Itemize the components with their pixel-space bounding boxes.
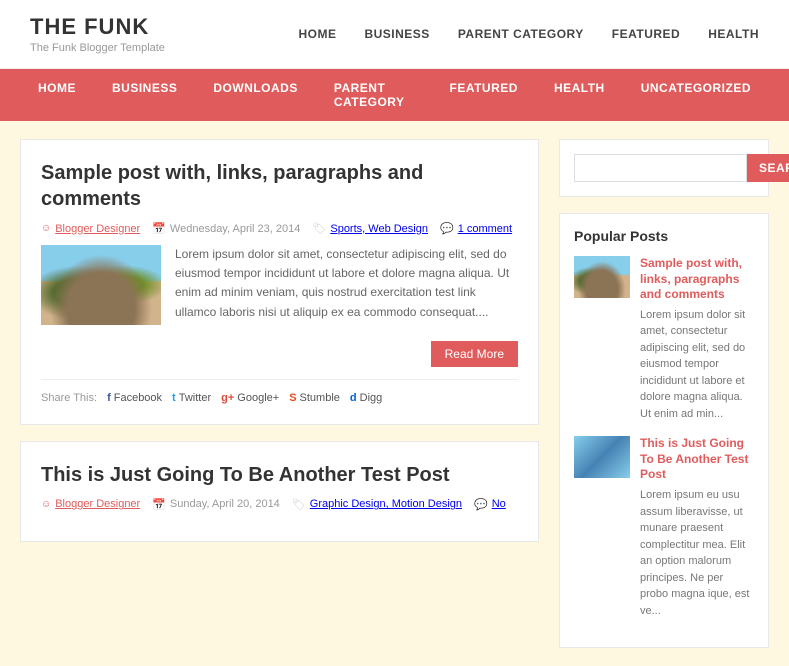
site-branding: THE FUNK The Funk Blogger Template [30, 14, 165, 54]
digg-icon: d [350, 392, 357, 404]
share-googleplus[interactable]: g+ Google+ [221, 392, 279, 404]
post-categories-1: 🏷 Sports, Web Design [312, 222, 428, 235]
tag-icon-2: 🏷 [292, 498, 306, 511]
sidebar: SEARCH Popular Posts Sample post with, l… [559, 139, 769, 648]
popular-posts-widget: Popular Posts Sample post with, links, p… [559, 213, 769, 648]
nav-uncategorized[interactable]: UNCATEGORIZED [623, 69, 769, 121]
nav-business[interactable]: BUSINESS [94, 69, 195, 121]
popular-post-title-1[interactable]: Sample post with, links, paragraphs and … [640, 256, 754, 303]
top-nav-health[interactable]: HEALTH [708, 27, 759, 41]
popular-text-1: Sample post with, links, paragraphs and … [640, 256, 754, 422]
share-facebook[interactable]: f Facebook [107, 392, 162, 404]
search-input[interactable] [574, 154, 747, 182]
page-container: Sample post with, links, paragraphs and … [0, 121, 789, 666]
site-tagline: The Funk Blogger Template [30, 42, 165, 54]
site-title: THE FUNK [30, 14, 165, 40]
calendar-icon: 📅 [152, 222, 166, 235]
twitter-icon: t [172, 392, 176, 404]
user-icon-2: ☺ [41, 499, 51, 510]
comment-icon: 💬 [440, 222, 454, 235]
top-nav-featured[interactable]: FEATURED [612, 27, 680, 41]
post-date-1: 📅 Wednesday, April 23, 2014 [152, 222, 300, 235]
nav-health[interactable]: HEALTH [536, 69, 623, 121]
author-link-1[interactable]: Blogger Designer [55, 223, 140, 235]
author-link-2[interactable]: Blogger Designer [55, 498, 140, 510]
tag-icon: 🏷 [312, 222, 326, 235]
post-title-2: This is Just Going To Be Another Test Po… [41, 462, 518, 488]
top-nav-home[interactable]: HOME [298, 27, 336, 41]
popular-post-excerpt-1: Lorem ipsum dolor sit amet, consectetur … [640, 307, 754, 423]
nav-parent-category[interactable]: PARENT CATEGORY [316, 69, 432, 121]
top-navigation: HOME BUSINESS PARENT CATEGORY FEATURED H… [298, 27, 759, 41]
post-comments-1: 💬 1 comment [440, 222, 512, 235]
nav-featured[interactable]: FEATURED [431, 69, 535, 121]
post-comments-2: 💬 No [474, 498, 506, 511]
search-button[interactable]: SEARCH [747, 154, 789, 182]
stumble-icon: S [289, 392, 296, 404]
top-nav-business[interactable]: BUSINESS [364, 27, 429, 41]
comments-link-2[interactable]: No [492, 498, 506, 510]
facebook-icon: f [107, 392, 111, 404]
category-link-1[interactable]: Sports, Web Design [330, 223, 428, 235]
popular-thumb-1 [574, 256, 630, 298]
post-meta-1: ☺ Blogger Designer 📅 Wednesday, April 23… [41, 222, 518, 235]
main-content: Sample post with, links, paragraphs and … [20, 139, 539, 648]
popular-post-2: This is Just Going To Be Another Test Po… [574, 436, 754, 619]
post-title-1: Sample post with, links, paragraphs and … [41, 160, 518, 212]
post-body-1: Lorem ipsum dolor sit amet, consectetur … [41, 245, 518, 367]
popular-thumb-2 [574, 436, 630, 478]
post-categories-2: 🏷 Graphic Design, Motion Design [292, 498, 462, 511]
comments-link-1[interactable]: 1 comment [458, 223, 512, 235]
share-twitter[interactable]: t Twitter [172, 392, 211, 404]
share-stumble[interactable]: S Stumble [289, 392, 340, 404]
post-card-1: Sample post with, links, paragraphs and … [20, 139, 539, 425]
post-thumbnail-1 [41, 245, 161, 325]
share-bar-1: Share This: f Facebook t Twitter g+ Goog… [41, 379, 518, 404]
popular-post-title-2[interactable]: This is Just Going To Be Another Test Po… [640, 436, 754, 483]
share-label: Share This: [41, 392, 97, 404]
post-card-2: This is Just Going To Be Another Test Po… [20, 441, 539, 542]
share-digg[interactable]: d Digg [350, 392, 382, 404]
popular-post-1: Sample post with, links, paragraphs and … [574, 256, 754, 422]
thumbnail-image-1 [41, 245, 161, 325]
post-author-2: ☺ Blogger Designer [41, 498, 140, 510]
comment-icon-2: 💬 [474, 498, 488, 511]
popular-thumb-img-1 [574, 256, 630, 298]
site-header: THE FUNK The Funk Blogger Template HOME … [0, 0, 789, 69]
read-more-button-1[interactable]: Read More [431, 341, 518, 367]
googleplus-icon: g+ [221, 392, 234, 404]
post-excerpt-1: Lorem ipsum dolor sit amet, consectetur … [175, 245, 518, 367]
popular-text-2: This is Just Going To Be Another Test Po… [640, 436, 754, 619]
popular-thumb-img-2 [574, 436, 630, 478]
post-meta-2: ☺ Blogger Designer 📅 Sunday, April 20, 2… [41, 498, 518, 511]
main-navigation: HOME BUSINESS DOWNLOADS PARENT CATEGORY … [0, 69, 789, 121]
nav-downloads[interactable]: DOWNLOADS [195, 69, 316, 121]
calendar-icon-2: 📅 [152, 498, 166, 511]
popular-posts-title: Popular Posts [574, 228, 754, 244]
nav-home[interactable]: HOME [20, 69, 94, 121]
post-author-1: ☺ Blogger Designer [41, 223, 140, 235]
popular-post-excerpt-2: Lorem ipsum eu usu assum liberavisse, ut… [640, 487, 754, 619]
top-nav-parent-category[interactable]: PARENT CATEGORY [458, 27, 584, 41]
post-date-2: 📅 Sunday, April 20, 2014 [152, 498, 280, 511]
category-link-2[interactable]: Graphic Design, Motion Design [310, 498, 462, 510]
search-widget: SEARCH [559, 139, 769, 197]
user-icon: ☺ [41, 223, 51, 234]
